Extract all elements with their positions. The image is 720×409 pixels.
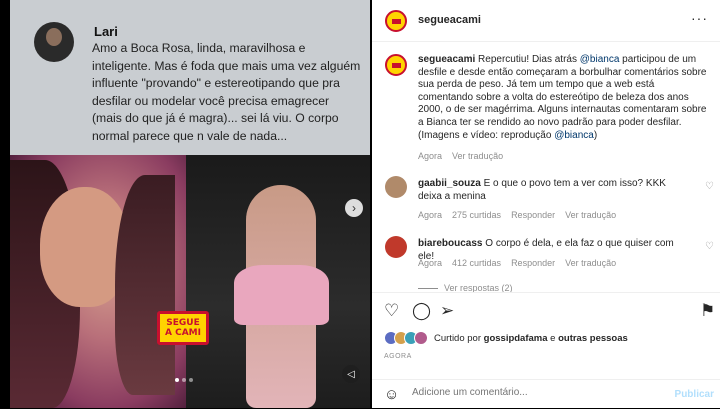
photo-closeup — [10, 155, 186, 408]
post-actions: ♡ ◯ ➢ ⚑ Curtido por gossipdafama e outra… — [372, 292, 720, 408]
post-header: segueacami ··· — [372, 0, 720, 42]
add-comment-input[interactable] — [412, 387, 652, 398]
caption-meta: Agora Ver tradução — [418, 151, 504, 161]
caption-avatar[interactable] — [385, 54, 407, 76]
comment-meta: Agora 275 curtidas Responder Ver traduçã… — [418, 210, 617, 220]
comment-avatar[interactable] — [385, 236, 407, 258]
comment-username[interactable]: biareboucass — [418, 238, 482, 249]
liked-by-others-link[interactable]: outras pessoas — [558, 333, 628, 344]
like-heart-icon[interactable]: ♡ — [384, 301, 399, 321]
mute-icon[interactable]: ◁ — [342, 365, 360, 383]
publish-button[interactable]: Publicar — [675, 389, 714, 400]
emoji-icon[interactable]: ☺ — [384, 386, 399, 403]
liker-avatar[interactable] — [414, 331, 428, 345]
save-bookmark-icon[interactable]: ⚑ — [700, 301, 715, 321]
comment-avatar[interactable] — [385, 176, 407, 198]
liked-by-text: Curtido por gossipdafama e outras pessoa… — [434, 332, 628, 344]
tweet-avatar — [34, 22, 74, 62]
mention-link[interactable]: @bianca — [580, 54, 620, 65]
liker-username[interactable]: gossipdafama — [484, 333, 548, 344]
translate-link[interactable]: Ver tradução — [565, 210, 616, 220]
tweet-screenshot: Lari Amo a Boca Rosa, linda, maravilhosa… — [10, 0, 370, 155]
comment-username[interactable]: gaabii_souza — [418, 178, 481, 189]
like-comment-heart-icon[interactable]: ♡ — [705, 241, 714, 252]
post-timestamp: AGORA — [384, 353, 412, 360]
author-username[interactable]: segueacami — [418, 14, 481, 26]
reply-link[interactable]: Responder — [511, 258, 555, 268]
share-icon[interactable]: ➢ — [440, 301, 454, 321]
tweet-text: Amo a Boca Rosa, linda, maravilhosa e in… — [92, 41, 361, 143]
comment-likes[interactable]: 412 curtidas — [452, 258, 501, 268]
more-options-icon[interactable]: ··· — [691, 10, 708, 26]
translate-link[interactable]: Ver tradução — [565, 258, 616, 268]
post-media[interactable]: Lari Amo a Boca Rosa, linda, maravilhosa… — [0, 0, 370, 408]
caption-text: segueacami Repercutiu! Dias atrás @bianc… — [418, 54, 707, 141]
post-photo — [10, 155, 370, 408]
comment-likes[interactable]: 275 curtidas — [452, 210, 501, 220]
liked-by: Curtido por gossipdafama e outras pessoa… — [384, 331, 628, 345]
post-sidebar: segueacami ··· segueacami Repercutiu! Di… — [372, 0, 720, 408]
mention-link[interactable]: @bianca — [554, 130, 594, 141]
caption-username[interactable]: segueacami — [418, 54, 475, 65]
next-arrow-icon[interactable]: › — [345, 199, 363, 217]
translate-link[interactable]: Ver tradução — [452, 151, 503, 161]
reply-link[interactable]: Responder — [511, 210, 555, 220]
comment-icon[interactable]: ◯ — [412, 301, 431, 321]
tweet-author: Lari — [94, 24, 118, 39]
instagram-post-modal: Lari Amo a Boca Rosa, linda, maravilhosa… — [0, 0, 720, 408]
comment-text: gaabii_souza E o que o povo tem a ver co… — [418, 178, 666, 202]
like-comment-heart-icon[interactable]: ♡ — [705, 181, 714, 192]
author-avatar[interactable] — [385, 10, 407, 32]
comment-meta: Agora 412 curtidas Responder Ver traduçã… — [418, 258, 617, 268]
segue-a-cami-watermark: SEGUE A CAMI — [157, 311, 209, 345]
carousel-dots — [175, 378, 193, 382]
add-comment-bar: ☺ Publicar — [372, 379, 720, 409]
